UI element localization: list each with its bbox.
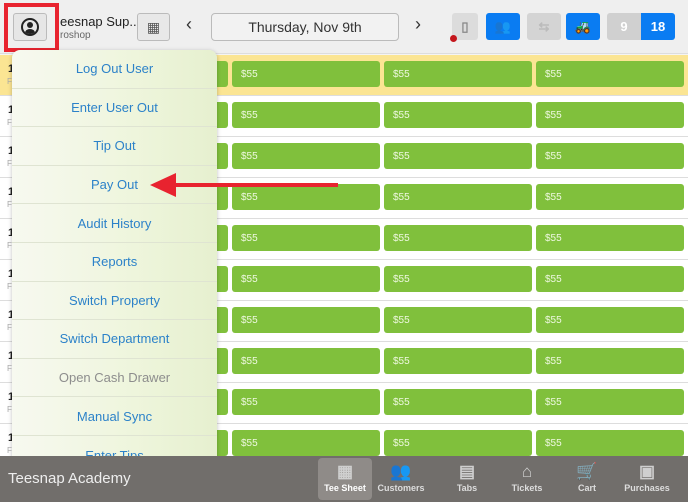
slot-cell[interactable]: $55	[232, 102, 380, 128]
holes-18-toggle[interactable]: 18	[641, 13, 675, 40]
split-icon: ⇆	[538, 18, 550, 34]
slot-cell[interactable]: $55	[384, 348, 532, 374]
slot-cell[interactable]: $55	[536, 348, 684, 374]
calendar-icon: ▦	[336, 462, 354, 481]
slot-cell[interactable]: $55	[536, 307, 684, 333]
menu-item-switch-property[interactable]: Switch Property	[12, 282, 217, 321]
register-icon: ▣	[638, 462, 656, 481]
players-button[interactable]: 👥	[486, 13, 520, 40]
app-subtitle: roshop	[60, 30, 91, 41]
slot-cell[interactable]: $55	[384, 389, 532, 415]
highlight-box	[4, 3, 59, 52]
menu-item-log-out-user[interactable]: Log Out User	[12, 50, 217, 89]
user-dropdown-menu: Log Out User Enter User Out Tip Out Pay Out…	[12, 50, 217, 473]
nav-label: Purchases	[624, 483, 670, 493]
nav-tee-sheet[interactable]: ▦ Tee Sheet	[318, 458, 372, 500]
cart-icon: 🛒	[576, 462, 598, 481]
slot-cell[interactable]: $55	[232, 143, 380, 169]
menu-item-manual-sync[interactable]: Manual Sync	[12, 397, 217, 436]
next-day-button[interactable]: ›	[415, 14, 421, 35]
menu-item-reports[interactable]: Reports	[12, 243, 217, 282]
slot-cell[interactable]: $55	[232, 266, 380, 292]
menu-item-enter-user-out[interactable]: Enter User Out	[12, 89, 217, 128]
academy-label: Teesnap Academy	[8, 470, 131, 487]
nav-label: Tee Sheet	[324, 483, 366, 493]
slot-cell[interactable]: $55	[232, 389, 380, 415]
door-icon: ▯	[461, 18, 469, 34]
nav-cart[interactable]: 🛒 Cart	[560, 458, 614, 500]
players-icon: 👥	[494, 18, 512, 34]
slot-cell[interactable]: $55	[384, 430, 532, 456]
calendar-icon: ▦	[146, 18, 161, 35]
split-button[interactable]: ⇆	[527, 13, 561, 40]
bell-icon: ⌂	[521, 462, 533, 481]
slot-cell[interactable]: $55	[536, 143, 684, 169]
slot-cell[interactable]: $55	[232, 61, 380, 87]
tabs-icon: ▤	[458, 462, 476, 481]
nav-label: Tickets	[511, 483, 543, 493]
menu-item-audit-history[interactable]: Audit History	[12, 204, 217, 243]
slot-cell[interactable]: $55	[384, 61, 532, 87]
nav-label: Cart	[577, 483, 596, 493]
slot-cell[interactable]: $55	[384, 266, 532, 292]
slot-cell[interactable]: $55	[536, 225, 684, 251]
slot-cell[interactable]: $55	[536, 102, 684, 128]
annotation-arrow	[150, 173, 338, 197]
slot-cell[interactable]: $55	[232, 307, 380, 333]
golf-cart-icon: 🚜	[574, 18, 592, 34]
nav-label: Customers	[377, 483, 425, 493]
slot-cell[interactable]: $55	[232, 430, 380, 456]
slot-cell[interactable]: $55	[536, 184, 684, 210]
nav-purchases[interactable]: ▣ Purchases	[620, 458, 674, 500]
slot-cell[interactable]: $55	[536, 266, 684, 292]
header: eesnap Sup... roshop ▦ ‹ Thursday, Nov 9…	[0, 0, 688, 54]
nav-tickets[interactable]: ⌂ Tickets	[500, 458, 554, 500]
prev-day-button[interactable]: ‹	[186, 14, 192, 35]
nav-label: Tabs	[456, 483, 478, 493]
bottom-nav-bar: Teesnap Academy ▦ Tee Sheet 👥 Customers ▤ Tab…	[0, 456, 688, 502]
slot-cell[interactable]: $55	[232, 348, 380, 374]
app-title: eesnap Sup...	[60, 14, 141, 29]
date-picker[interactable]: Thursday, Nov 9th	[211, 13, 399, 41]
customers-icon: 👥	[390, 462, 412, 481]
menu-item-tip-out[interactable]: Tip Out	[12, 127, 217, 166]
nav-customers[interactable]: 👥 Customers	[374, 458, 428, 500]
holes-9-toggle[interactable]: 9	[607, 13, 641, 40]
slot-cell[interactable]: $55	[232, 225, 380, 251]
slot-cell[interactable]: $55	[384, 143, 532, 169]
slot-cell[interactable]: $55	[384, 225, 532, 251]
slot-cell[interactable]: $55	[384, 307, 532, 333]
slot-cell[interactable]: $55	[536, 61, 684, 87]
calendar-button[interactable]: ▦	[137, 13, 170, 41]
slot-cell[interactable]: $55	[536, 389, 684, 415]
menu-item-open-cash-drawer: Open Cash Drawer	[12, 359, 217, 398]
slot-cell[interactable]: $55	[536, 430, 684, 456]
status-dot	[450, 35, 457, 42]
nav-tabs[interactable]: ▤ Tabs	[440, 458, 494, 500]
menu-item-switch-department[interactable]: Switch Department	[12, 320, 217, 359]
slot-cell[interactable]: $55	[384, 184, 532, 210]
cart-mode-button[interactable]: 🚜	[566, 13, 600, 40]
slot-cell[interactable]: $55	[384, 102, 532, 128]
